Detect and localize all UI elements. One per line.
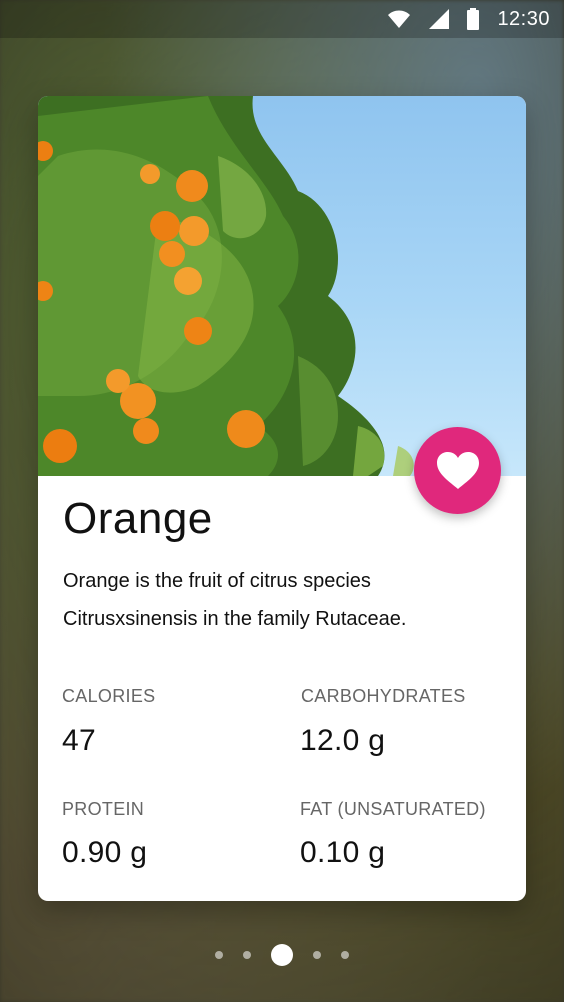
cell-signal-icon <box>429 9 450 29</box>
battery-icon <box>467 8 480 30</box>
heart-icon <box>436 451 479 489</box>
stat-label-fat: FAT (UNSATURATED) <box>300 799 486 819</box>
hero-image <box>38 96 526 476</box>
stat-value-fat: 0.10 g <box>300 836 386 869</box>
fruit-title: Orange <box>63 494 213 543</box>
fruit-description: Orange is the fruit of citrus species Ci… <box>63 570 407 630</box>
stat-label-calories: CALORIES <box>62 686 156 706</box>
status-time: 12:30 <box>497 7 550 30</box>
stat-value-carbohydrates: 12.0 g <box>300 724 386 757</box>
favorite-button[interactable] <box>414 427 501 514</box>
page-dot-5[interactable] <box>341 951 349 959</box>
stat-value-protein: 0.90 g <box>62 836 148 869</box>
wifi-icon <box>387 9 411 29</box>
page-dot-3-active[interactable] <box>271 944 293 966</box>
orange-tree-foliage <box>38 96 414 476</box>
page-dot-4[interactable] <box>313 951 321 959</box>
page-dot-2[interactable] <box>243 951 251 959</box>
stat-label-protein: PROTEIN <box>62 799 145 819</box>
page-indicator[interactable] <box>0 938 564 972</box>
stat-label-carbohydrates: CARBOHYDRATES <box>301 686 466 706</box>
fruit-card[interactable]: Orange Orange is the fruit of citrus spe… <box>38 96 526 901</box>
status-bar: 12:30 <box>0 0 564 38</box>
page-dot-1[interactable] <box>215 951 223 959</box>
stat-value-calories: 47 <box>62 724 96 757</box>
